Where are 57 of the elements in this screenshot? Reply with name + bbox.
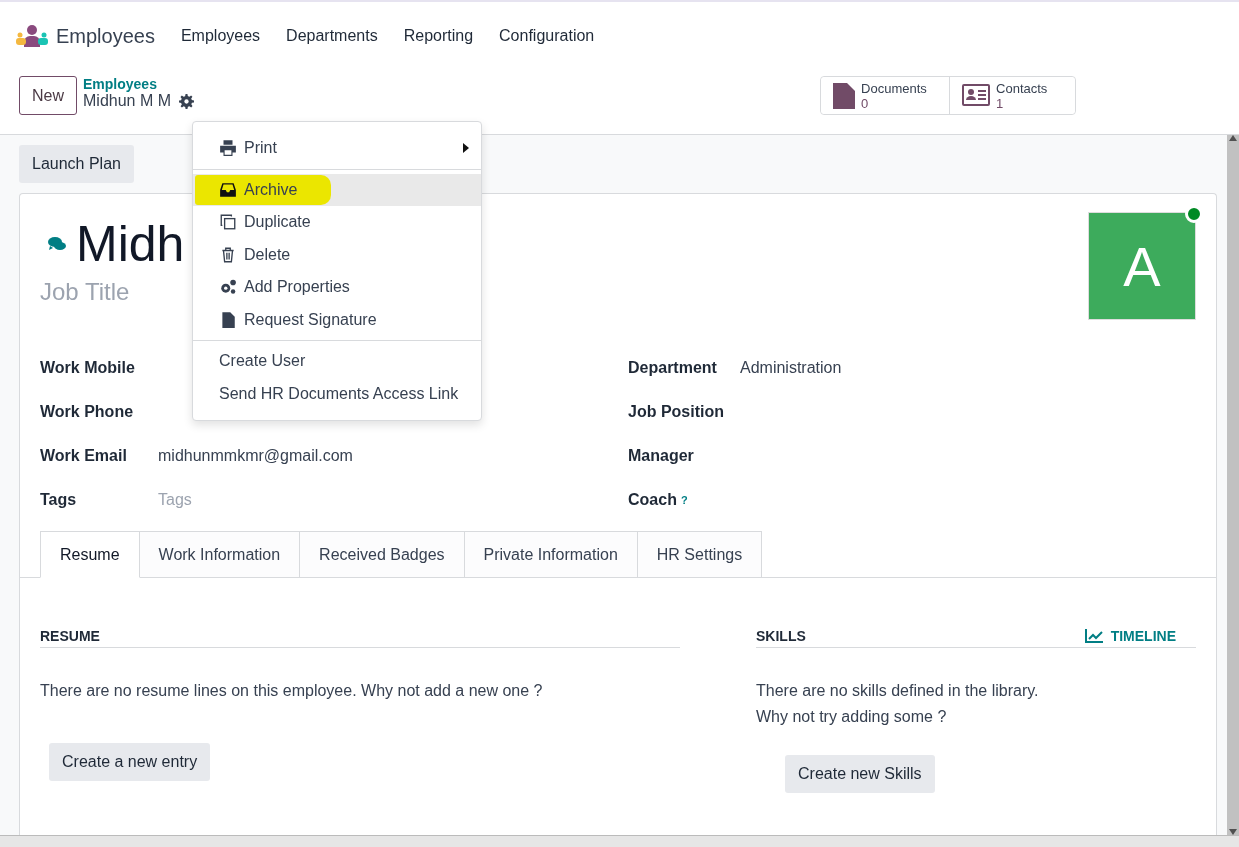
- document-icon: [219, 310, 237, 329]
- printer-icon: [219, 139, 237, 158]
- menu-item[interactable]: Add Properties: [193, 271, 481, 304]
- menu-item[interactable]: Archive: [193, 173, 481, 206]
- people-logo-icon: [16, 25, 48, 47]
- create-skills-button[interactable]: Create new Skills: [785, 755, 935, 793]
- field-label: Coach: [628, 491, 677, 509]
- breadcrumb-link[interactable]: Employees: [83, 76, 195, 92]
- menu-item[interactable]: Delete: [193, 238, 481, 271]
- menu-item[interactable]: Duplicate: [193, 206, 481, 239]
- new-button[interactable]: New: [19, 76, 77, 115]
- timeline-link[interactable]: TIMELINE: [1084, 628, 1176, 644]
- empty-message: Why not try adding some ?: [756, 707, 948, 727]
- tab[interactable]: Received Badges: [300, 531, 465, 578]
- chat-bubbles-icon[interactable]: [48, 236, 66, 252]
- tab[interactable]: HR Settings: [637, 531, 763, 578]
- field-label: Manager: [628, 447, 695, 465]
- menu-item[interactable]: Create User: [193, 345, 481, 378]
- contact-card-icon: [962, 83, 991, 108]
- field-label: Department: [628, 359, 718, 377]
- tab[interactable]: Private Information: [464, 531, 638, 578]
- field-label: Work Email: [40, 447, 128, 465]
- app-title: Employees: [56, 24, 155, 48]
- document-icon: [833, 82, 856, 109]
- empty-message: There are no resume lines on this employee. Why not add a new one ?: [40, 681, 544, 701]
- section-title: SKILLS: [756, 628, 806, 644]
- menu-item[interactable]: Request Signature: [193, 303, 481, 336]
- inbox-icon: [219, 180, 237, 199]
- field-label: Tags: [40, 491, 78, 509]
- empty-message: There are no skills defined in the library.: [756, 681, 1040, 701]
- record-name: Midhun M M: [83, 92, 172, 110]
- nav-menu-item[interactable]: Employees: [180, 27, 261, 45]
- employee-name: Midh: [76, 215, 185, 274]
- trash-icon: [219, 245, 237, 264]
- nav-menu-item[interactable]: Configuration: [499, 27, 595, 45]
- help-mark[interactable]: ?: [680, 494, 688, 506]
- launch-plan-button[interactable]: Launch Plan: [19, 145, 134, 183]
- field-label: Job Position: [628, 403, 725, 421]
- scroll-up-icon[interactable]: [1229, 135, 1237, 141]
- gear-icon[interactable]: [179, 93, 195, 109]
- field-label: Work Phone: [40, 403, 135, 421]
- smart-button[interactable]: Documents 0: [821, 77, 951, 114]
- tab[interactable]: Resume: [40, 531, 140, 578]
- copy-icon: [219, 213, 237, 232]
- tab[interactable]: Work Information: [139, 531, 301, 578]
- field-value[interactable]: Administration: [740, 359, 842, 377]
- field-value[interactable]: midhunmmkmr@gmail.com: [158, 447, 353, 465]
- menu-item[interactable]: Send HR Documents Access Link: [193, 377, 481, 410]
- field-label: Work Mobile: [40, 359, 136, 377]
- menu-item[interactable]: Print: [193, 132, 481, 165]
- nav-menu-item[interactable]: Departments: [286, 27, 378, 45]
- section-title: RESUME: [40, 628, 100, 644]
- line-chart-icon: [1084, 629, 1103, 643]
- nav-menu-item[interactable]: Reporting: [403, 27, 474, 45]
- create-entry-button[interactable]: Create a new entry: [49, 743, 211, 781]
- gears-icon: [219, 278, 237, 297]
- scrollbar[interactable]: [1227, 135, 1239, 835]
